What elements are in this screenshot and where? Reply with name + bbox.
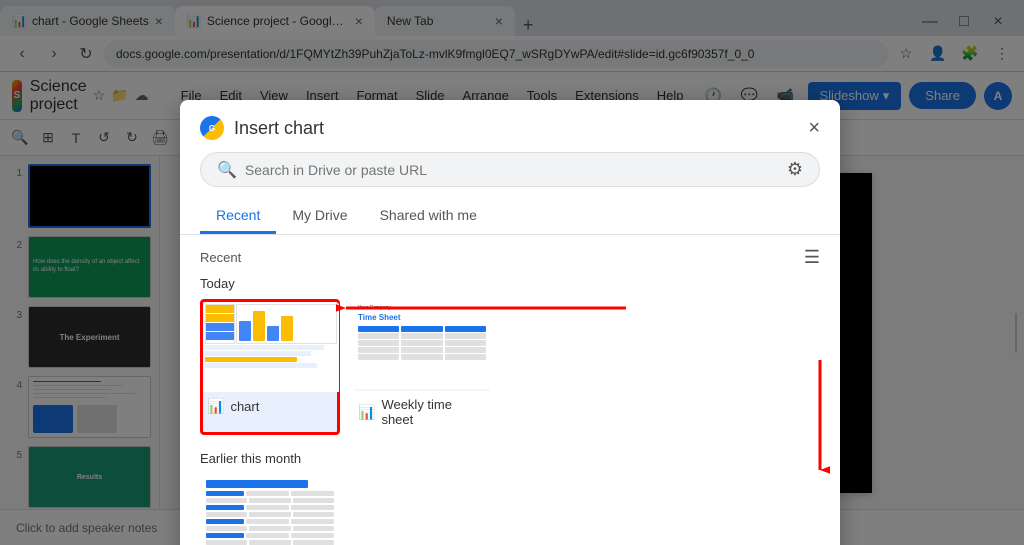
tab-shared-with-me[interactable]: Shared with me: [364, 199, 493, 234]
dialog-tabs: Recent My Drive Shared with me: [180, 199, 840, 235]
search-input[interactable]: [245, 162, 779, 178]
view-toggle-icon[interactable]: ☰: [804, 247, 820, 268]
chart-file-icon: 📊: [207, 398, 224, 415]
dialog-logo: G: [200, 116, 224, 140]
filter-icon[interactable]: ⚙: [787, 159, 803, 180]
file-card-chart[interactable]: 📊 chart: [200, 299, 340, 435]
file-grid-earlier: [200, 474, 820, 545]
dialog-close-button[interactable]: ×: [808, 117, 820, 140]
search-bar: 🔍 ⚙: [200, 152, 820, 187]
file-card-earlier[interactable]: [200, 474, 340, 545]
section-header-recent: Recent ☰: [200, 247, 820, 268]
tab-my-drive[interactable]: My Drive: [276, 199, 363, 234]
date-label-earlier: Earlier this month: [200, 451, 820, 466]
ts-title-label: Time Sheet: [358, 313, 486, 322]
dialog-title: Insert chart: [234, 118, 798, 139]
file-card-timesheet-footer: 📊 Weekly time sheet: [354, 391, 490, 433]
file-card-chart-footer: 📊 chart: [203, 392, 337, 421]
file-card-chart-name: chart: [230, 399, 259, 414]
ts-company-label: Your Company: [358, 305, 486, 311]
dialog-content: Recent ☰ Today: [180, 235, 840, 545]
tab-recent[interactable]: Recent: [200, 199, 276, 234]
timesheet-file-icon: 📊: [358, 404, 375, 421]
date-label-today: Today: [200, 276, 820, 291]
file-card-chart-preview: [203, 302, 339, 392]
file-grid-today: 📊 chart Your Company Time Sheet: [200, 299, 820, 435]
file-card-timesheet-preview: Your Company Time Sheet: [354, 301, 490, 391]
file-card-timesheet-name: Weekly time sheet: [381, 397, 486, 427]
dialog-header: G Insert chart ×: [180, 100, 840, 152]
insert-chart-dialog: G Insert chart × 🔍 ⚙ Recent My Drive Sha…: [180, 100, 840, 545]
file-card-earlier-preview: [202, 476, 338, 545]
search-icon: 🔍: [217, 160, 237, 180]
section-label-recent: Recent: [200, 250, 241, 265]
file-card-timesheet[interactable]: Your Company Time Sheet: [352, 299, 492, 435]
